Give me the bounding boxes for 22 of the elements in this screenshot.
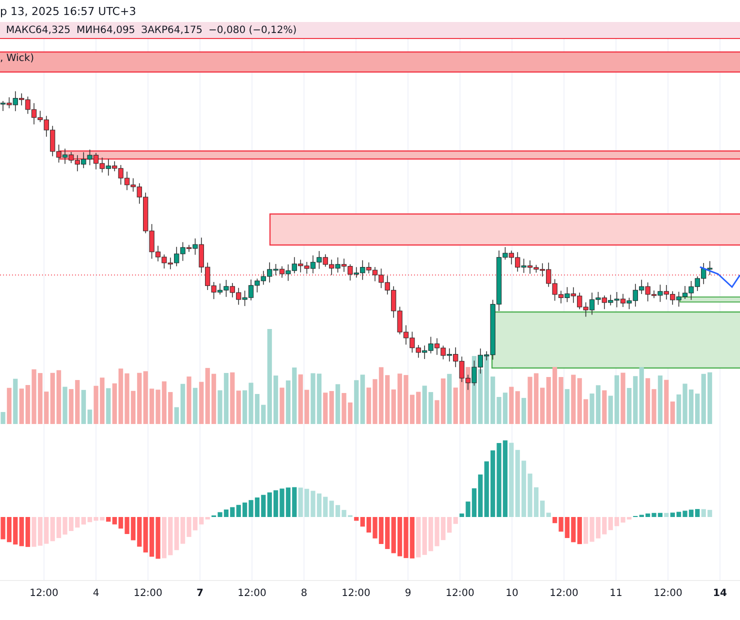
date-text: р 13, 2025 16:57 UTC+3 — [0, 4, 136, 18]
ohlc-value: МАКС64,325 — [6, 24, 71, 36]
axis-label: 12:00 — [548, 588, 580, 598]
axis-label: 12:00 — [444, 588, 476, 598]
demand-zone — [680, 296, 740, 302]
axis-label: 12:00 — [652, 588, 684, 598]
ohlc-value: ЗАКР64,175 — [141, 24, 203, 36]
axis-label: 14 — [712, 588, 728, 598]
ohlc-value: −0,080 (−0,12%) — [208, 24, 297, 36]
indicator-label: , Wick) — [0, 53, 34, 64]
axis-label: 7 — [196, 588, 204, 598]
axis-label: 11 — [608, 588, 624, 598]
axis-label: 12:00 — [28, 588, 60, 598]
axis-label: 12:00 — [340, 588, 372, 598]
axis-label: 9 — [404, 588, 412, 598]
projection-line — [700, 266, 740, 288]
axis-label: 12:00 — [132, 588, 164, 598]
axis-label: 8 — [300, 588, 308, 598]
ohlc-value: МИН64,095 — [76, 24, 136, 36]
axis-label: 10 — [504, 588, 520, 598]
axis-label: 4 — [92, 588, 100, 598]
axis-label: 12:00 — [236, 588, 268, 598]
